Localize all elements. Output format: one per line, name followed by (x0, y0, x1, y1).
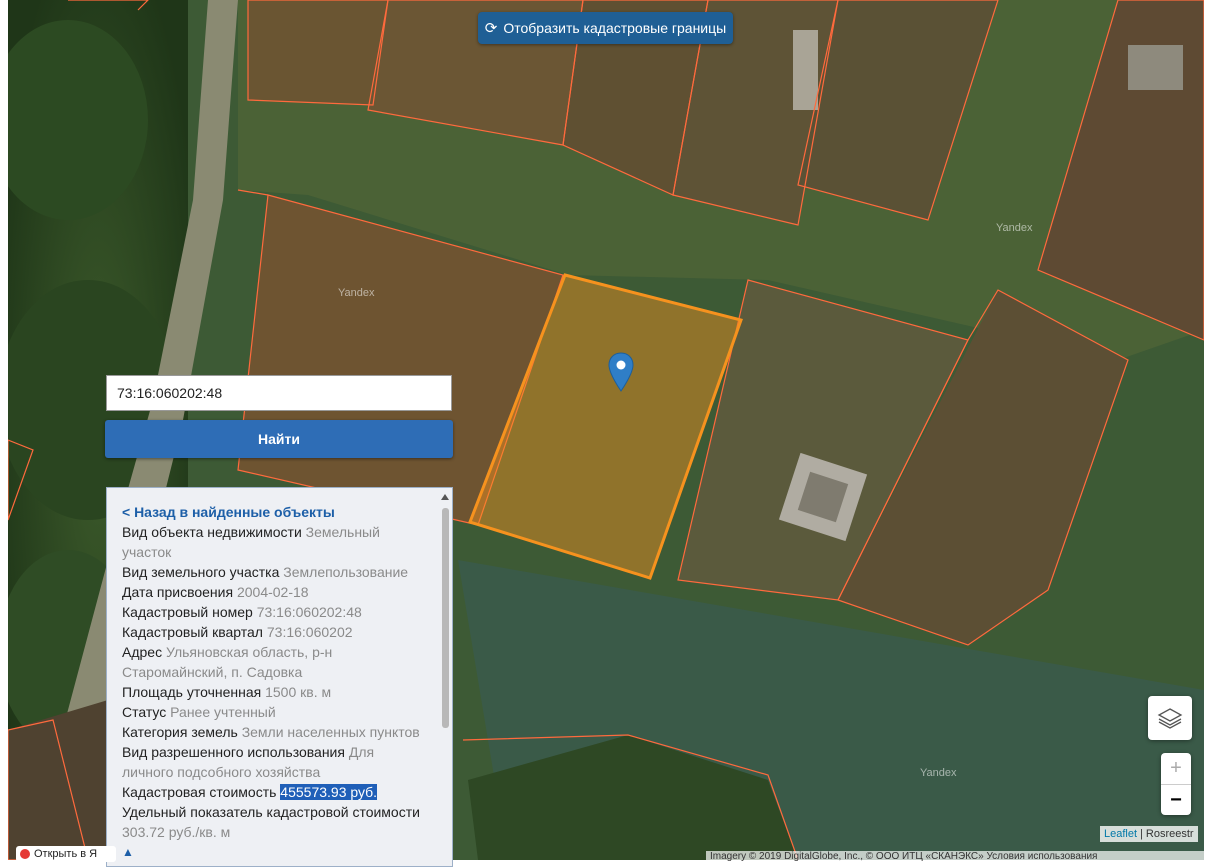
yandex-watermark: Yandex (996, 222, 1033, 234)
info-field-value: 1500 кв. м (265, 684, 332, 700)
info-field-row: Кадастровая стоимость 455573.93 руб. (122, 782, 426, 802)
location-pin-icon[interactable] (608, 352, 634, 392)
map-pin-icon (20, 849, 30, 859)
layers-icon (1157, 708, 1183, 729)
panel-scrollbar[interactable] (440, 494, 450, 864)
info-field-value: 73:16:060202 (266, 624, 353, 640)
back-to-results-link[interactable]: < Назад в найденные объекты (122, 502, 426, 522)
info-field-row: Статус Ранее учтенный (122, 702, 426, 722)
yandex-watermark: Yandex (338, 287, 375, 299)
info-field-row: Площадь уточненная 1500 кв. м (122, 682, 426, 702)
info-field-row: Адрес Ульяновская область, р-н Старомайн… (122, 642, 426, 682)
object-info-content: < Назад в найденные объекты Вид объекта … (122, 502, 426, 862)
scroll-to-top-icon[interactable]: ▲ (122, 842, 426, 862)
info-field-row: Вид объекта недвижимости Земельный участ… (122, 522, 426, 562)
info-field-key: Категория земель (122, 724, 238, 740)
info-field-key: Вид объекта недвижимости (122, 524, 302, 540)
scroll-thumb[interactable] (442, 508, 449, 728)
info-field-value: 2004-02-18 (236, 584, 309, 600)
zoom-in-button[interactable]: + (1161, 753, 1191, 785)
show-cadastral-borders-button[interactable]: ⟳ Отобразить кадастровые границы (478, 12, 733, 44)
info-field-row: Вид земельного участка Землепользование (122, 562, 426, 582)
object-info-panel[interactable]: < Назад в найденные объекты Вид объекта … (106, 487, 453, 867)
info-field-row: Кадастровый номер 73:16:060202:48 (122, 602, 426, 622)
map-attribution: Leaflet | Rosreestr (1100, 826, 1198, 842)
info-field-key: Площадь уточненная (122, 684, 262, 700)
info-field-value: 303.72 руб./кв. м (122, 824, 231, 840)
zoom-out-button[interactable]: − (1161, 785, 1191, 816)
open-in-yandex-label: Открыть в Я (34, 848, 98, 860)
imagery-credit: Imagery © 2019 DigitalGlobe, Inc., © ООО… (706, 851, 1210, 863)
scroll-up-arrow-icon[interactable] (441, 494, 449, 500)
info-field-key: Статус (122, 704, 167, 720)
info-field-row: Дата присвоения 2004-02-18 (122, 582, 426, 602)
info-field-row: Вид разрешенного использования Для лично… (122, 742, 426, 782)
info-field-value: Землепользование (283, 564, 409, 580)
info-field-value: 73:16:060202:48 (256, 604, 362, 620)
info-field-key: Адрес (122, 644, 163, 660)
info-field-key: Кадастровая стоимость (122, 784, 277, 800)
cadastral-value-selected: 455573.93 руб. (280, 784, 378, 800)
info-field-value: Ранее учтенный (170, 704, 276, 720)
info-field-key: Кадастровый номер (122, 604, 253, 620)
info-field-value: Земли населенных пунктов (241, 724, 420, 740)
cadastral-search-input[interactable] (106, 375, 452, 411)
info-field-row: Категория земель Земли населенных пункто… (122, 722, 426, 742)
info-field-row: Кадастровый квартал 73:16:060202 (122, 622, 426, 642)
attribution-separator: | (1140, 828, 1143, 840)
find-button[interactable]: Найти (105, 420, 453, 458)
info-field-key: Вид разрешенного использования (122, 744, 345, 760)
info-field-key: Удельный показатель кадастровой стоимост… (122, 804, 420, 820)
layers-button[interactable] (1148, 696, 1192, 740)
show-cadastral-borders-label: Отобразить кадастровые границы (503, 20, 727, 36)
rosreestr-label: Rosreestr (1145, 828, 1194, 840)
info-field-key: Вид земельного участка (122, 564, 280, 580)
info-field-row: Удельный показатель кадастровой стоимост… (122, 802, 426, 842)
zoom-control: + − (1161, 753, 1191, 815)
leaflet-link[interactable]: Leaflet (1104, 828, 1137, 840)
info-field-key: Дата присвоения (122, 584, 234, 600)
yandex-watermark: Yandex (920, 767, 957, 779)
info-field-key: Кадастровый квартал (122, 624, 263, 640)
refresh-icon: ⟳ (484, 20, 498, 37)
